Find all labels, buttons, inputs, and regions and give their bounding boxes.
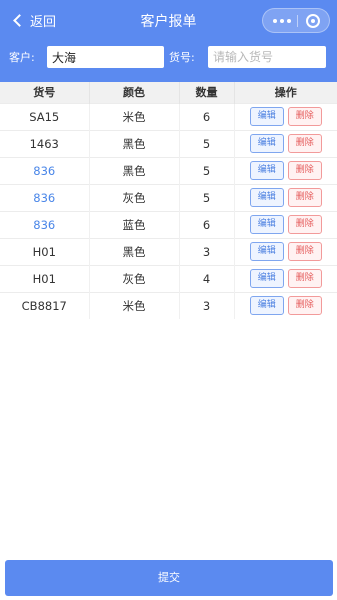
delete-button[interactable]: 删除 bbox=[287, 242, 322, 261]
header-code: 货号 bbox=[0, 82, 90, 103]
cell-actions: 编辑 删除 bbox=[234, 264, 337, 292]
delete-button[interactable]: 删除 bbox=[287, 107, 322, 126]
delete-button[interactable]: 删除 bbox=[287, 134, 322, 153]
cell-color: 黑色 bbox=[89, 156, 180, 184]
cell-code: H01 bbox=[0, 237, 90, 265]
header-color: 颜色 bbox=[89, 82, 180, 103]
cell-actions: 编辑 删除 bbox=[234, 183, 337, 211]
cell-qty: 5 bbox=[179, 183, 235, 211]
cell-code: 1463 bbox=[0, 129, 90, 157]
customer-label: 客户: bbox=[9, 51, 35, 64]
code-label: 货号: bbox=[169, 51, 195, 64]
header-qty: 数量 bbox=[179, 82, 235, 103]
nav-bar: 返回 客户报单 bbox=[0, 0, 337, 40]
delete-button[interactable]: 删除 bbox=[287, 296, 322, 316]
cell-actions: 编辑 删除 bbox=[234, 210, 337, 238]
cell-actions: 编辑 删除 bbox=[234, 237, 337, 265]
delete-button[interactable]: 删除 bbox=[287, 215, 322, 234]
cell-qty: 4 bbox=[179, 264, 235, 292]
delete-button[interactable]: 删除 bbox=[287, 188, 322, 207]
cell-code-link[interactable]: 836 bbox=[0, 210, 90, 238]
delete-button[interactable]: 删除 bbox=[287, 269, 322, 288]
cell-color: 黑色 bbox=[89, 129, 180, 157]
table-row: 1463 黑色 5 编辑 删除 bbox=[0, 129, 337, 157]
filter-bar: 客户: 货号: bbox=[0, 46, 337, 68]
cell-color: 米色 bbox=[89, 102, 180, 130]
cell-actions: 编辑 删除 bbox=[234, 129, 337, 157]
header-actions: 操作 bbox=[234, 82, 337, 103]
table-row: 836 蓝色 6 编辑 删除 bbox=[0, 210, 337, 238]
cell-actions: 编辑 删除 bbox=[234, 156, 337, 184]
cell-actions: 编辑 删除 bbox=[234, 102, 337, 130]
cell-code-link[interactable]: 836 bbox=[0, 183, 90, 211]
cell-qty: 3 bbox=[179, 237, 235, 265]
edit-button[interactable]: 编辑 bbox=[249, 242, 284, 261]
cell-color: 蓝色 bbox=[89, 210, 180, 238]
cell-qty: 6 bbox=[179, 210, 235, 238]
cell-actions: 编辑 删除 bbox=[234, 291, 337, 319]
edit-button[interactable]: 编辑 bbox=[249, 161, 284, 180]
submit-button[interactable]: 提交 bbox=[5, 560, 333, 596]
miniprogram-capsule bbox=[262, 8, 330, 33]
edit-button[interactable]: 编辑 bbox=[249, 188, 284, 207]
edit-button[interactable]: 编辑 bbox=[249, 269, 284, 288]
table-row: H01 黑色 3 编辑 删除 bbox=[0, 237, 337, 265]
edit-button[interactable]: 编辑 bbox=[249, 134, 284, 153]
cell-code: H01 bbox=[0, 264, 90, 292]
cell-qty: 5 bbox=[179, 129, 235, 157]
customer-input[interactable] bbox=[47, 46, 164, 68]
edit-button[interactable]: 编辑 bbox=[249, 215, 284, 234]
table-row: 836 灰色 5 编辑 删除 bbox=[0, 183, 337, 211]
table-row: CB8817 米色 3 编辑 删除 bbox=[0, 291, 337, 319]
table-row: H01 灰色 4 编辑 删除 bbox=[0, 264, 337, 292]
table-header: 货号 颜色 数量 操作 bbox=[0, 82, 337, 103]
capsule-divider bbox=[297, 15, 298, 27]
cell-color: 黑色 bbox=[89, 237, 180, 265]
order-table: 货号 颜色 数量 操作 SA15 米色 6 编辑 删除 1463 黑色 5 编辑… bbox=[0, 82, 337, 319]
table-row: 836 黑色 5 编辑 删除 bbox=[0, 156, 337, 184]
cell-color: 灰色 bbox=[89, 183, 180, 211]
header: 返回 客户报单 客户: 货号: bbox=[0, 0, 337, 82]
delete-button[interactable]: 删除 bbox=[287, 161, 322, 180]
cell-qty: 5 bbox=[179, 156, 235, 184]
edit-button[interactable]: 编辑 bbox=[249, 296, 284, 316]
code-search-input[interactable] bbox=[208, 46, 326, 68]
cell-color: 米色 bbox=[89, 291, 180, 319]
cell-qty: 6 bbox=[179, 102, 235, 130]
table-row: SA15 米色 6 编辑 删除 bbox=[0, 102, 337, 130]
cell-code: SA15 bbox=[0, 102, 90, 130]
cell-code-link[interactable]: 836 bbox=[0, 156, 90, 184]
edit-button[interactable]: 编辑 bbox=[249, 107, 284, 126]
close-target-icon[interactable] bbox=[306, 14, 320, 28]
more-icon[interactable] bbox=[273, 19, 291, 23]
cell-qty: 3 bbox=[179, 291, 235, 319]
cell-color: 灰色 bbox=[89, 264, 180, 292]
cell-code: CB8817 bbox=[0, 291, 90, 319]
